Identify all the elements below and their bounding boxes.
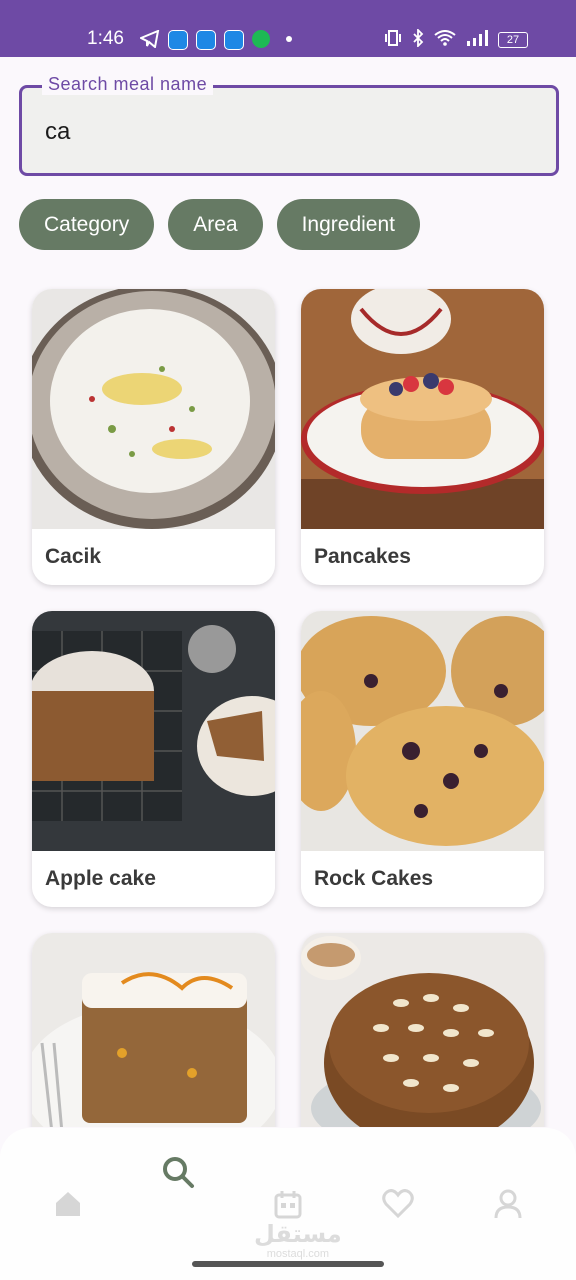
wifi-icon [434,30,456,50]
meal-card-carrot-cake[interactable] [32,933,275,1127]
home-icon [53,1189,83,1224]
meal-card-pancakes[interactable]: Pancakes [301,289,544,585]
heart-icon [382,1188,414,1224]
nav-plan[interactable] [268,1186,308,1226]
nav-search[interactable] [158,1154,198,1194]
main-content: Search meal name ca Category Area Ingred… [0,57,576,1127]
watermark-logo: مستقل [254,1221,342,1248]
nav-favorites[interactable] [378,1186,418,1226]
calendar-icon [273,1189,303,1224]
meal-card-dundee-cake[interactable] [301,933,544,1127]
meal-card-cacik[interactable]: Cacik [32,289,275,585]
meal-title: Apple cake [45,867,156,890]
status-right: 27 [384,27,528,51]
status-bar: 1:46 27 [0,0,576,57]
meal-title: Pancakes [314,545,411,568]
chip-category[interactable]: Category [19,199,155,250]
nav-profile[interactable] [488,1186,528,1226]
meal-image-rock-cakes [301,611,544,851]
messenger-icon [168,30,188,50]
spotify-icon [252,30,270,48]
meal-card-rock-cakes[interactable]: Rock Cakes [301,611,544,907]
chip-ingredient[interactable]: Ingredient [276,199,420,250]
vibrate-icon [384,29,402,51]
meal-title: Rock Cakes [314,867,434,890]
bluetooth-icon [412,27,424,51]
more-notifications-dot [286,36,292,42]
bottom-navigation: مستقل mostaql.com [0,1128,576,1280]
chip-area[interactable]: Area [168,199,263,250]
search-icon [161,1155,195,1194]
meal-image-apple-cake [32,611,275,851]
status-time: 1:46 [87,28,124,49]
watermark-url: mostaql.com [266,1248,330,1260]
search-label: Search meal name [42,74,214,95]
telegram-icon [138,29,160,53]
messenger-icon-2 [196,30,216,50]
search-value[interactable]: ca [45,118,70,146]
meal-image-carrot-cake [32,933,275,1127]
battery-icon: 27 [498,32,528,48]
search-input[interactable]: Search meal name ca [19,74,559,176]
meal-image-pancakes [301,289,544,529]
meal-image-cacik [32,289,275,529]
meal-card-apple-cake[interactable]: Apple cake [32,611,275,907]
watermark: مستقل mostaql.com [254,1221,342,1261]
signal-icon [466,30,488,50]
meal-title: Cacik [45,545,102,568]
nav-home[interactable] [48,1186,88,1226]
home-indicator[interactable] [192,1261,384,1267]
messenger-icon-3 [224,30,244,50]
person-icon [493,1189,523,1224]
meal-image-dundee-cake [301,933,544,1127]
filter-chips: Category Area Ingredient [19,199,420,250]
